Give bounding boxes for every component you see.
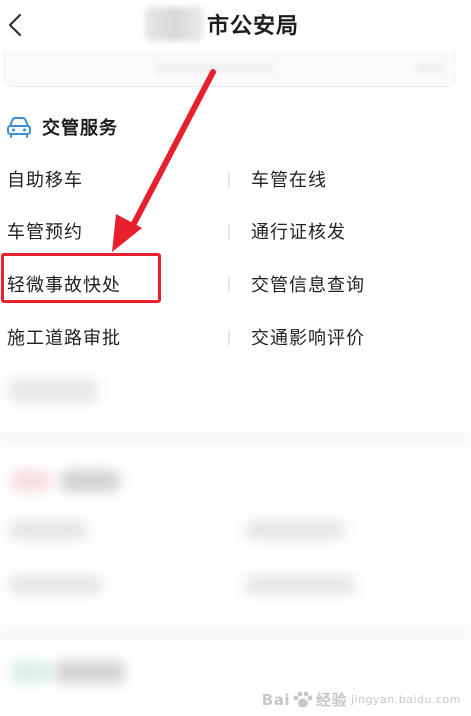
service-self-move-car[interactable]: 自助移车 — [7, 166, 83, 192]
back-button[interactable] — [4, 10, 28, 40]
page-title: 市公安局 — [145, 6, 299, 42]
watermark-url: jingyan.baidu.com — [350, 693, 461, 706]
car-icon — [7, 117, 31, 138]
chevron-left-icon — [8, 13, 22, 37]
section-header: 交管服务 — [6, 112, 118, 142]
watermark-brand-tail: 经验 — [315, 691, 347, 709]
blurred-card — [4, 50, 455, 87]
paw-icon — [293, 691, 313, 707]
watermark: Bai 经验 jingyan.baidu.com — [262, 689, 461, 710]
blurred-content — [415, 64, 445, 72]
grid-divider — [228, 330, 230, 346]
section-title: 交管服务 — [42, 118, 118, 139]
service-pass-issuance[interactable]: 通行证核发 — [251, 218, 346, 244]
service-traffic-info-query[interactable]: 交管信息查询 — [251, 271, 365, 297]
watermark-brand: Bai — [261, 690, 290, 709]
page-title-text: 市公安局 — [207, 14, 300, 39]
service-vehicle-online[interactable]: 车管在线 — [251, 166, 327, 192]
grid-divider — [228, 224, 230, 240]
blurred-content — [155, 64, 275, 72]
grid-divider — [228, 277, 230, 293]
blurred-section — [0, 370, 471, 716]
highlight-box — [1, 253, 161, 303]
service-construction-approval[interactable]: 施工道路审批 — [7, 324, 121, 350]
grid-divider — [228, 172, 230, 188]
app-header: 市公安局 — [0, 0, 471, 50]
service-vehicle-appointment[interactable]: 车管预约 — [7, 218, 83, 244]
service-traffic-impact[interactable]: 交通影响评价 — [251, 324, 365, 350]
redacted-city-name — [145, 7, 203, 41]
